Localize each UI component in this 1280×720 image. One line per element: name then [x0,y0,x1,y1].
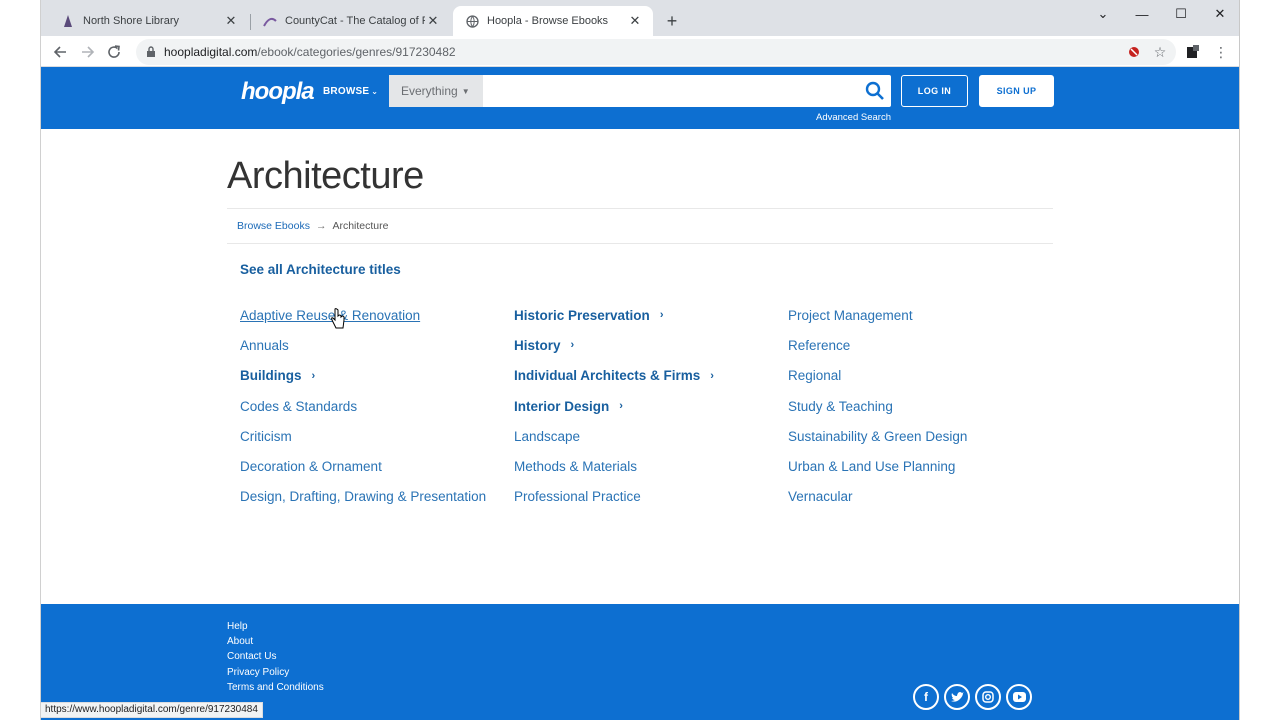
facebook-icon[interactable]: f [913,684,939,710]
tab-hoopla[interactable]: Hoopla - Browse Ebooks ✕ [453,6,653,36]
hoopla-logo[interactable]: hoopla [241,78,315,106]
close-tab-icon[interactable]: ✕ [627,13,643,29]
blocked-icon[interactable] [1124,42,1144,62]
address-bar[interactable]: hoopladigital.com/ebook/categories/genre… [136,39,1176,65]
genre-link[interactable]: Design, Drafting, Drawing & Presentation [240,482,486,512]
genre-link[interactable]: History › [514,330,714,360]
minimize-button[interactable]: — [1123,0,1161,28]
close-tab-icon[interactable]: ✕ [223,13,239,29]
close-tab-icon[interactable]: ✕ [425,13,441,29]
close-window-button[interactable]: ✕ [1201,0,1239,28]
footer-link-about[interactable]: About [227,634,324,649]
tab-north-shore-library[interactable]: North Shore Library ✕ [49,6,249,36]
tab-title: North Shore Library [83,15,179,27]
instagram-icon[interactable] [975,684,1001,710]
genre-link[interactable]: Historic Preservation › [514,300,714,330]
breadcrumb: Browse Ebooks → Architecture [237,220,388,232]
genre-link[interactable]: Buildings › [240,361,486,391]
genre-column-2: Historic Preservation › History › Individu… [514,300,714,512]
browser-window: North Shore Library ✕ CountyCat - The Ca… [40,0,1239,720]
genre-link[interactable]: Study & Teaching [788,391,967,421]
hand-cursor-icon [331,308,345,335]
footer-link-contact[interactable]: Contact Us [227,649,324,664]
screen: North Shore Library ✕ CountyCat - The Ca… [0,0,1280,720]
genre-link[interactable]: Professional Practice [514,482,714,512]
chevron-down-icon: ⌄ [371,87,379,96]
caret-down-icon: ▼ [461,86,470,96]
url-path: /ebook/categories/genres/917230482 [257,45,456,59]
chevron-right-icon: › [311,369,316,382]
genre-link[interactable]: Regional [788,361,967,391]
search-input[interactable] [485,75,855,107]
footer-link-privacy[interactable]: Privacy Policy [227,665,324,680]
genre-link[interactable]: Decoration & Ornament [240,451,486,481]
genre-link[interactable]: Adaptive Reuse & Renovation [240,300,486,330]
footer-link-terms[interactable]: Terms and Conditions [227,680,324,695]
breadcrumb-browse-ebooks[interactable]: Browse Ebooks [237,220,310,232]
signup-button[interactable]: SIGN UP [979,75,1054,107]
library-favicon-icon [61,14,75,28]
breadcrumb-current: Architecture [332,220,389,232]
back-button[interactable] [49,41,71,63]
genre-link[interactable]: Landscape [514,421,714,451]
genre-link[interactable]: Vernacular [788,482,967,512]
genre-column-1: Adaptive Reuse & Renovation Annuals Buil… [240,300,486,512]
login-button[interactable]: LOG IN [901,75,968,107]
browse-menu[interactable]: BROWSE ⌄ [323,86,378,97]
genre-link[interactable]: Interior Design › [514,391,714,421]
chevron-right-icon: › [570,339,575,352]
browser-menu-icon[interactable]: ⋮ [1211,42,1231,62]
genre-link[interactable]: Sustainability & Green Design [788,421,967,451]
page-title: Architecture [227,155,424,197]
divider [227,243,1053,244]
new-tab-button[interactable]: + [661,10,683,32]
twitter-icon[interactable] [944,684,970,710]
footer-links: Help About Contact Us Privacy Policy Ter… [227,619,324,695]
genre-link[interactable]: Reference [788,330,967,360]
advanced-search-link[interactable]: Advanced Search [816,112,891,123]
genre-link[interactable]: Project Management [788,300,967,330]
youtube-icon[interactable] [1006,684,1032,710]
search-icon[interactable] [865,81,885,101]
genre-link[interactable]: Codes & Standards [240,391,486,421]
chevron-right-icon: › [710,369,714,382]
bookmark-star-icon[interactable]: ☆ [1150,42,1170,62]
maximize-button[interactable]: ☐ [1162,0,1200,28]
search-bar: Everything ▼ [389,75,891,107]
tab-title: CountyCat - The Catalog of Publi [285,15,425,27]
genre-link[interactable]: Annuals [240,330,486,360]
genre-link[interactable]: Methods & Materials [514,451,714,481]
right-margin [1239,0,1280,720]
genre-column-3: Project Management Reference Regional St… [788,300,967,512]
globe-icon [465,14,479,28]
footer-link-help[interactable]: Help [227,619,324,634]
site-header: hoopla BROWSE ⌄ Everything ▼ Advanced Sear… [41,67,1239,129]
tab-search-icon[interactable]: ⌄ [1084,0,1122,28]
divider [227,208,1053,209]
search-scope-select[interactable]: Everything ▼ [389,75,483,107]
genre-link[interactable]: Urban & Land Use Planning [788,451,967,481]
tab-countycat[interactable]: CountyCat - The Catalog of Publi ✕ [251,6,451,36]
browser-toolbar: hoopladigital.com/ebook/categories/genre… [41,36,1239,67]
tab-title: Hoopla - Browse Ebooks [487,15,609,27]
countycat-favicon-icon [263,14,277,28]
search-scope-value: Everything [401,84,458,98]
status-bar-url: https://www.hoopladigital.com/genre/9172… [41,702,263,718]
url-host: hoopladigital.com [164,45,258,59]
forward-button[interactable] [77,41,99,63]
chevron-right-icon: › [659,309,664,322]
reload-button[interactable] [103,41,125,63]
genre-link[interactable]: Individual Architects & Firms › [514,361,714,391]
genre-link[interactable]: Criticism [240,421,486,451]
left-margin [0,0,40,720]
lock-icon [146,46,156,58]
extension-icon[interactable] [1183,42,1203,62]
browse-label: BROWSE [323,86,370,97]
chevron-right-icon: › [619,400,623,413]
see-all-titles-link[interactable]: See all Architecture titles [240,262,401,277]
arrow-right-icon: → [315,220,327,232]
tab-strip: North Shore Library ✕ CountyCat - The Ca… [41,0,1239,36]
